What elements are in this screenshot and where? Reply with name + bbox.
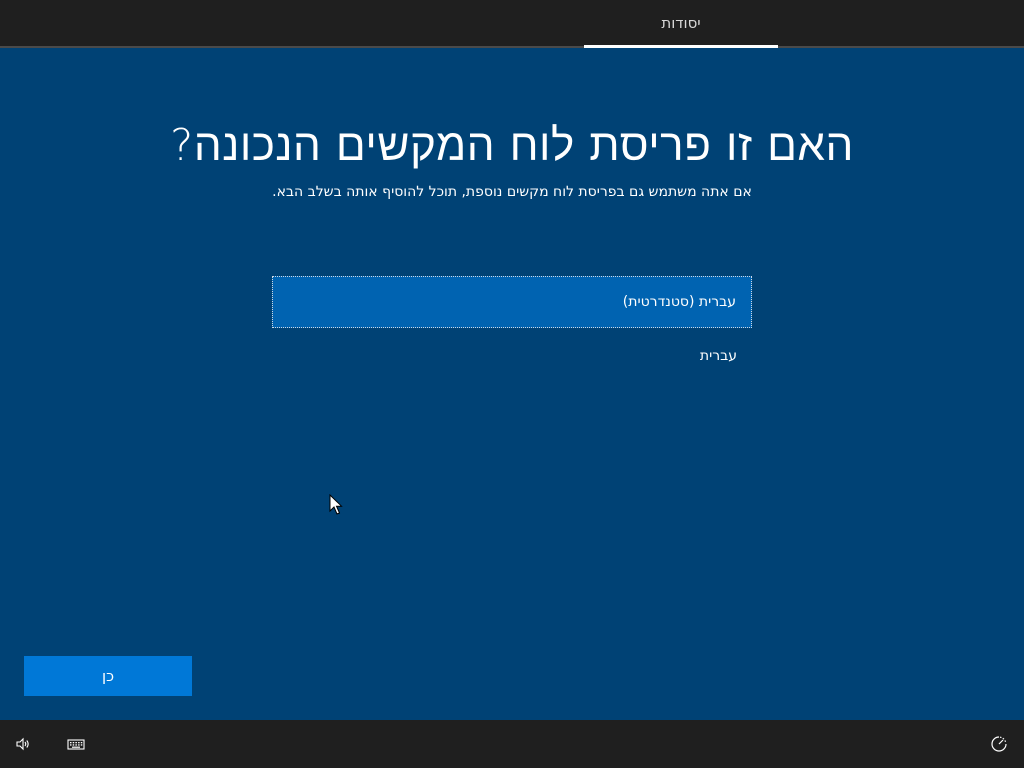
list-item-label: עברית: [699, 348, 737, 364]
list-item-hebrew[interactable]: עברית: [272, 330, 752, 382]
page-title: האם זו פריסת לוח המקשים הנכונה?: [170, 120, 854, 171]
top-bar: יסודות: [0, 0, 1024, 48]
page-subtitle: אם אתה משתמש גם בפריסת לוח מקשים נוספת, …: [272, 184, 752, 200]
list-item-label: עברית (סטנדרטית): [622, 294, 736, 310]
mouse-cursor-icon: [329, 493, 343, 516]
keyboard-layout-list: עברית (סטנדרטית) עברית: [272, 276, 752, 384]
yes-button-label: כן: [101, 667, 115, 685]
volume-icon[interactable]: [13, 734, 33, 754]
keyboard-icon[interactable]: [66, 734, 86, 754]
tab-basics[interactable]: יסודות: [584, 0, 778, 46]
yes-button[interactable]: כן: [24, 656, 192, 696]
accessibility-icon[interactable]: [989, 734, 1009, 754]
bottom-bar: [0, 720, 1024, 768]
tab-basics-label: יסודות: [661, 14, 701, 32]
tab-active-indicator: [584, 45, 778, 48]
list-item-hebrew-standard[interactable]: עברית (סטנדרטית): [272, 276, 752, 328]
